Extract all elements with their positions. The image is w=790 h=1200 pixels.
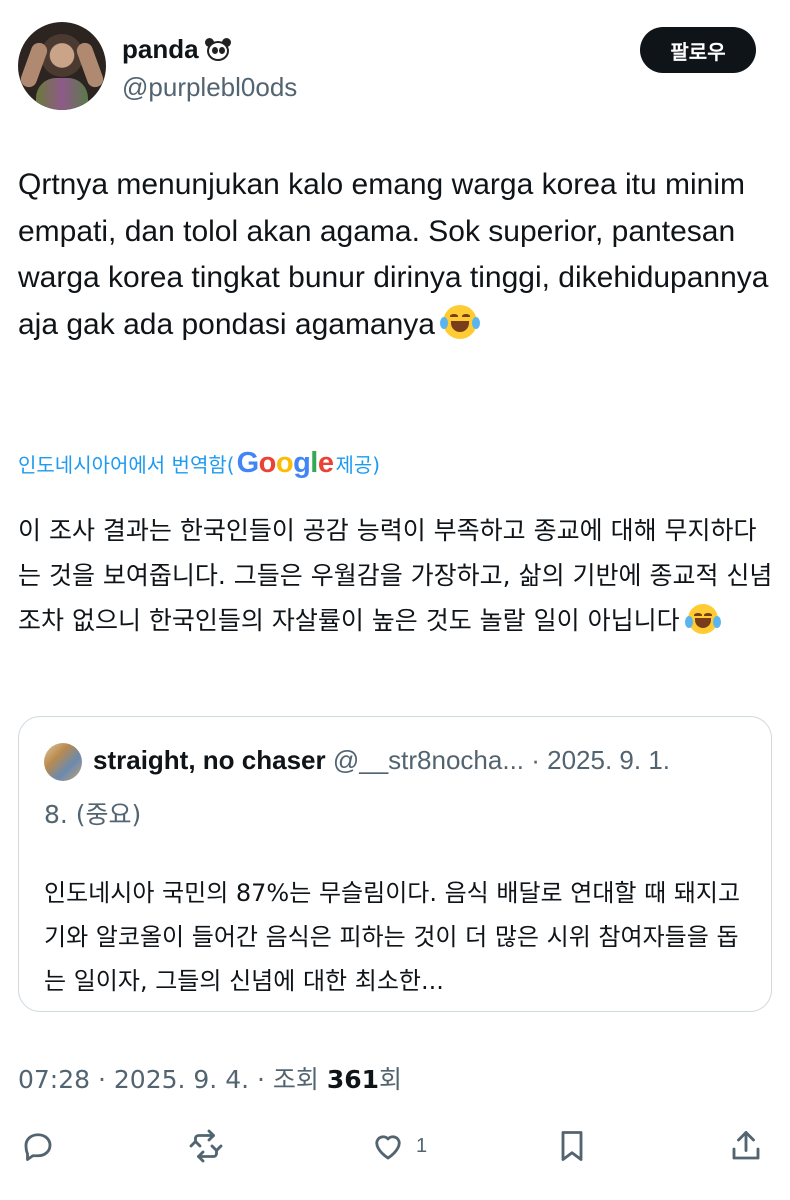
tears-of-joy-icon bbox=[684, 604, 721, 634]
tweet-text: Qrtnya menunjukan kalo emang warga korea… bbox=[18, 162, 773, 348]
share-icon bbox=[732, 1131, 760, 1160]
quoted-date-continued: 8. (중요) bbox=[44, 800, 142, 829]
tweet-meta: 07:28 · 2025. 9. 4. · 조회 361회 bbox=[18, 1060, 402, 1096]
like-button[interactable]: 1 bbox=[370, 1120, 427, 1172]
tweet-text-body: Qrtnya menunjukan kalo emang warga korea… bbox=[18, 168, 769, 341]
views-count: 361 bbox=[326, 1065, 380, 1094]
author-display-name[interactable]: panda bbox=[122, 34, 231, 65]
quoted-author-avatar bbox=[44, 743, 82, 781]
translation-attribution[interactable]: 인도네시아어에서 번역함( Google 제공) bbox=[18, 447, 380, 480]
repost-button[interactable] bbox=[188, 1120, 224, 1172]
google-logo: Google bbox=[236, 447, 334, 479]
quoted-author-handle: @__str8nocha... bbox=[332, 745, 525, 775]
tweet-header: panda @purplebl0ods 팔로우 bbox=[0, 0, 790, 130]
translated-text: 이 조사 결과는 한국인들이 공감 능력이 부족하고 종교에 대해 무지하다는 … bbox=[18, 508, 778, 643]
quoted-tweet-card[interactable]: straight, no chaser @__str8nocha... · 20… bbox=[18, 716, 772, 1012]
quoted-tweet-text: 인도네시아 국민의 87%는 무슬림이다. 음식 배달로 연대할 때 돼지고기와… bbox=[44, 879, 741, 995]
quoted-tweet-header: straight, no chaser @__str8nocha... · 20… bbox=[93, 745, 670, 776]
views-suffix: 회 bbox=[379, 1065, 403, 1094]
like-count: 1 bbox=[416, 1134, 428, 1157]
author-avatar[interactable] bbox=[18, 22, 106, 110]
action-bar: 1 bbox=[0, 1120, 790, 1172]
translated-text-body: 이 조사 결과는 한국인들이 공감 능력이 부족하고 종교에 대해 무지하다는 … bbox=[18, 516, 773, 635]
author-handle[interactable]: @purplebl0ods bbox=[122, 72, 297, 103]
bookmark-icon bbox=[561, 1131, 583, 1161]
bookmark-button[interactable] bbox=[554, 1120, 590, 1172]
follow-button[interactable]: 팔로우 bbox=[640, 27, 756, 73]
share-button[interactable] bbox=[728, 1120, 764, 1172]
tears-of-joy-icon bbox=[440, 304, 481, 339]
quoted-date: · 2025. 9. 1. bbox=[524, 745, 671, 775]
timestamp[interactable]: 07:28 · 2025. 9. 4. · 조회 bbox=[18, 1065, 327, 1094]
repost-icon bbox=[189, 1129, 223, 1163]
translation-suffix[interactable]: 제공) bbox=[335, 449, 380, 478]
quoted-author-name: straight, no chaser bbox=[93, 745, 326, 775]
reply-button[interactable] bbox=[20, 1120, 56, 1172]
reply-icon bbox=[24, 1133, 52, 1161]
heart-icon bbox=[375, 1135, 401, 1160]
panda-icon bbox=[204, 37, 231, 62]
translation-prefix[interactable]: 인도네시아어에서 번역함( bbox=[18, 449, 235, 478]
author-name-text[interactable]: panda bbox=[122, 34, 199, 65]
